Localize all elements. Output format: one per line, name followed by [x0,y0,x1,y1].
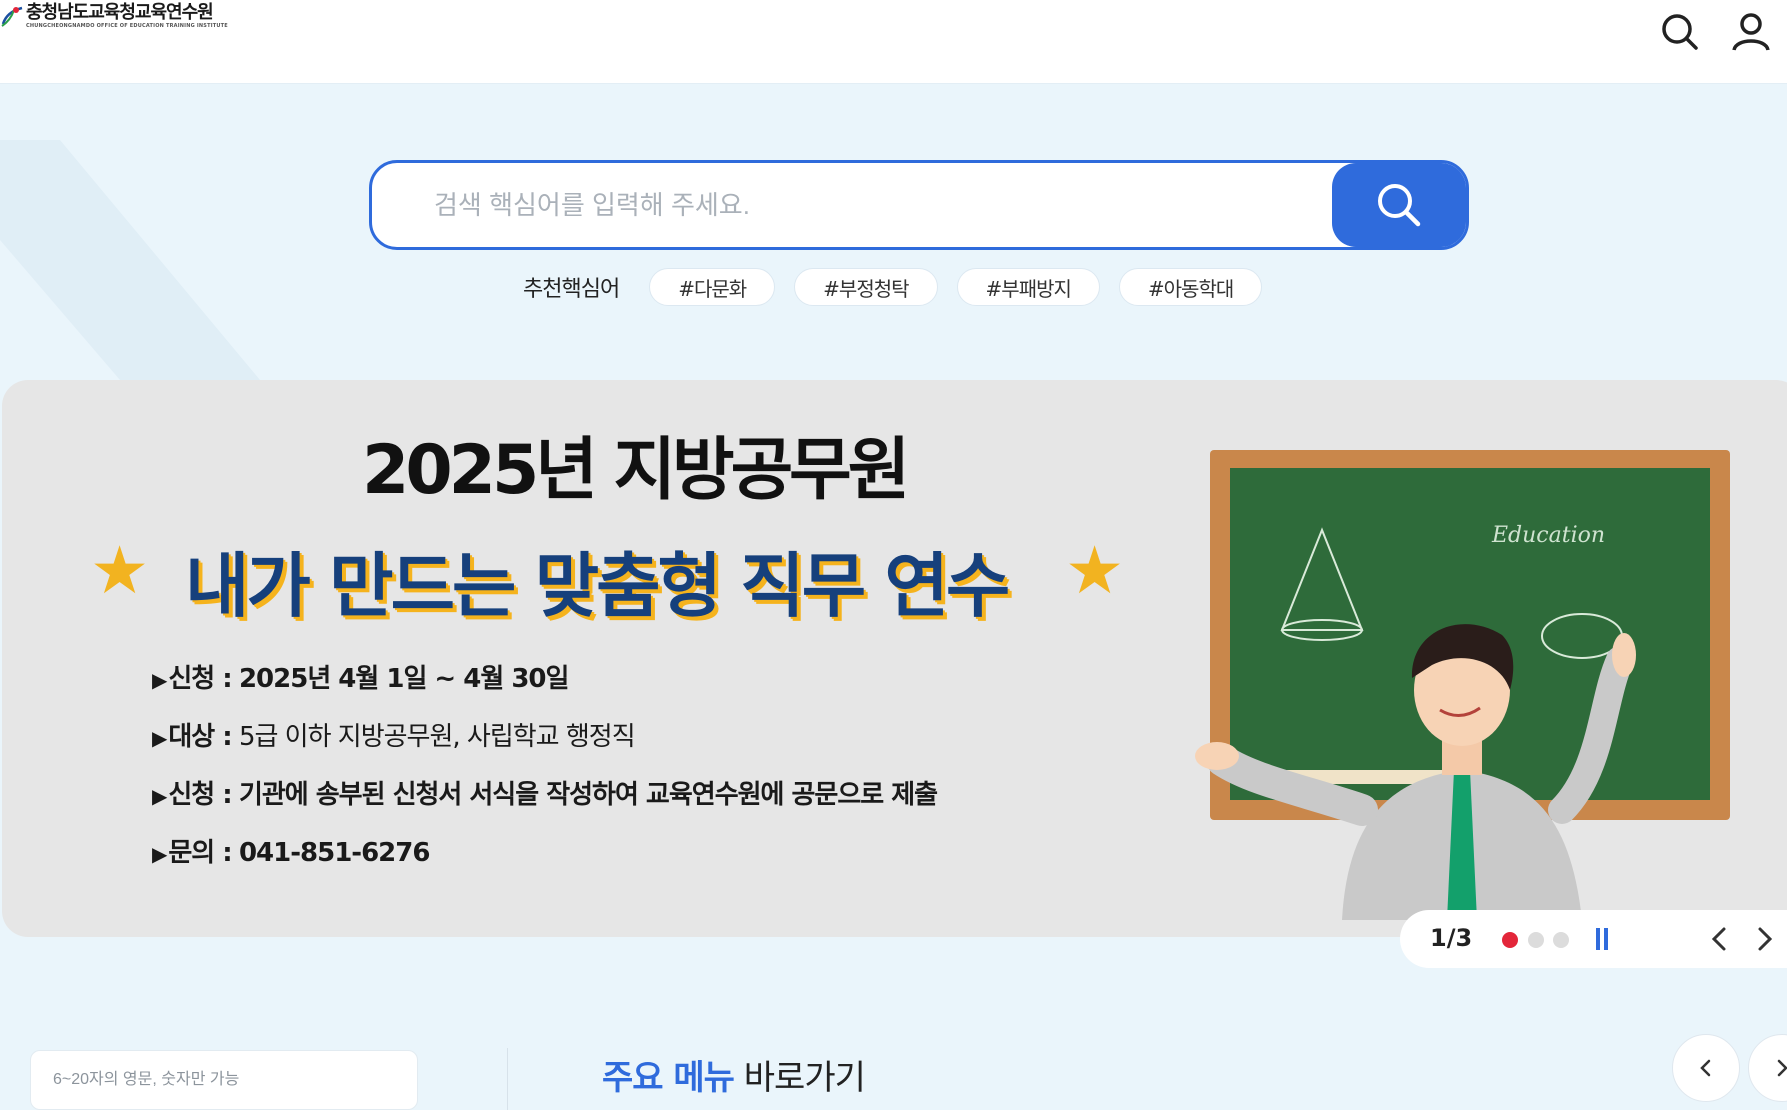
banner-title: 2025년 지방공무원 [362,431,910,510]
recommended-keywords: 추천핵심어 #다문화 #부정청탁 #부패방지 #아동학대 [523,268,1281,306]
banner-info-row: ▶문의 : 041-851-6276 [152,832,430,869]
banner-info-row: ▶신청 : 2025년 4월 1일 ~ 4월 30일 [152,658,569,695]
board-label: Education [1491,523,1605,548]
slide-counter: 1/3 [1430,924,1473,952]
background-decoration [0,140,260,380]
info-value: 041-851-6276 [238,838,430,868]
keyword-chip[interactable]: #아동학대 [1118,268,1263,306]
info-key: 문의 : [168,838,232,868]
login-id-input[interactable] [31,1051,417,1109]
menu-title-rest: 바로가기 [743,1058,866,1098]
divider [507,1048,508,1110]
keyword-chip[interactable]: #부정청탁 [794,268,938,306]
info-key: 대상 : [168,722,232,752]
search-bar [369,160,1469,250]
slide-next-button[interactable] [1747,922,1781,956]
chevron-right-icon [1777,1059,1787,1077]
header-user-icon[interactable] [1729,10,1773,54]
keyword-chip[interactable]: #다문화 [649,268,776,306]
main-banner-slide[interactable]: 2025년 지방공무원 ★ 내가 만드는 맞춤형 직무 연수 ★ ▶신청 : 2… [2,380,1787,937]
recommended-keywords-label: 추천핵심어 [523,277,620,302]
pause-icon[interactable] [1596,928,1610,950]
site-header: 충청남도교육청교육연수원 CHUNGCHEONGNAMDO OFFICE OF … [0,0,1787,84]
search-input[interactable] [372,163,1335,247]
site-logo[interactable]: 충청남도교육청교육연수원 CHUNGCHEONGNAMDO OFFICE OF … [0,0,228,32]
banner-info-row: ▶신청 : 기관에 송부된 신청서 서식을 작성하여 교육연수원에 공문으로 제… [152,774,938,811]
slider-controls: 1/3 [1400,910,1787,968]
logo-name: 충청남도교육청교육연수원 [26,2,214,23]
triangle-bullet-icon: ▶ [152,842,167,866]
header-search-icon[interactable] [1658,10,1702,54]
banner-info-row: ▶대상 : 5급 이하 지방공무원, 사립학교 행정직 [152,716,636,753]
search-icon [1378,184,1421,227]
menu-next-button[interactable] [1748,1034,1787,1102]
slide-dot-3[interactable] [1553,932,1569,948]
menu-prev-button[interactable] [1672,1034,1740,1102]
search-button[interactable] [1332,163,1466,247]
main-menu-shortcut-title: 주요 메뉴 바로가기 [602,1050,866,1099]
slide-dot-2[interactable] [1528,932,1544,948]
banner-subtitle: 내가 만드는 맞춤형 직무 연수 [185,545,1010,627]
star-icon: ★ [1065,532,1125,609]
info-key: 신청 : [168,780,232,810]
info-value: 5급 이하 지방공무원, 사립학교 행정직 [238,722,636,752]
chevron-left-icon [1700,1059,1711,1077]
slide-dot-1[interactable] [1502,932,1518,948]
triangle-bullet-icon: ▶ [152,726,167,750]
triangle-bullet-icon: ▶ [152,668,167,692]
keyword-chip[interactable]: #부패방지 [956,268,1100,306]
info-value: 2025년 4월 1일 ~ 4월 30일 [238,664,569,694]
info-value: 기관에 송부된 신청서 서식을 작성하여 교육연수원에 공문으로 제출 [238,780,938,810]
login-id-field-wrap [30,1050,418,1110]
info-key: 신청 : [168,664,232,694]
logo-subtitle: CHUNGCHEONGNAMDO OFFICE OF EDUCATION TRA… [26,23,228,29]
star-icon: ★ [90,532,150,609]
menu-title-highlight: 주요 메뉴 [602,1058,735,1098]
logo-emblem-icon [1,6,23,27]
triangle-bullet-icon: ▶ [152,784,167,808]
slide-prev-button[interactable] [1703,922,1737,956]
teacher-chalkboard-illustration: Education [1195,450,1730,920]
